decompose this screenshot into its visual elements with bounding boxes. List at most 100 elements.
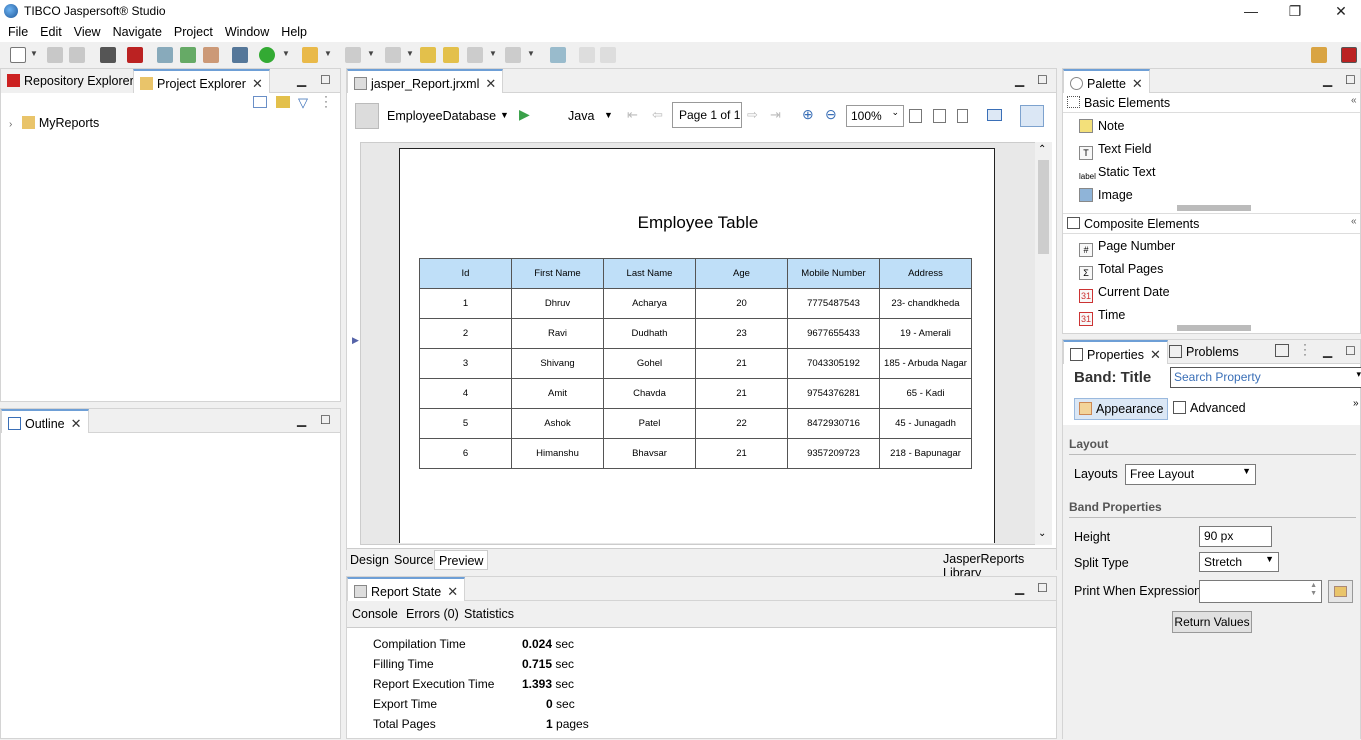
scroll-down-icon[interactable]: ⌄ — [1038, 528, 1046, 539]
height-field[interactable]: 90 px — [1199, 526, 1272, 547]
expression-editor-button[interactable] — [1328, 580, 1353, 603]
close-icon[interactable]: ✕ — [252, 76, 263, 91]
scroll-more-handle[interactable] — [1177, 325, 1251, 331]
menu-file[interactable]: File — [0, 22, 34, 39]
palette-item-text-field[interactable]: T Text Field — [1079, 142, 1152, 160]
chevron-down-icon[interactable]: ⌄ — [891, 107, 899, 118]
tab-appearance[interactable]: Appearance — [1074, 398, 1168, 420]
fit-page-icon[interactable] — [909, 109, 922, 123]
last-edit-icon[interactable] — [420, 47, 436, 63]
next-annotation-icon[interactable] — [345, 47, 361, 63]
maximize-icon[interactable]: ☐ — [320, 73, 331, 87]
last-page-icon[interactable]: ⇥ — [770, 107, 781, 123]
tab-statistics[interactable]: Statistics — [464, 607, 514, 621]
minimize-icon[interactable]: ▁ — [1015, 73, 1024, 87]
zoom-out-icon[interactable]: ⊖ — [825, 106, 837, 123]
compile-icon[interactable] — [100, 47, 116, 63]
prev-page-icon[interactable]: ⇦ — [652, 107, 663, 123]
menu-navigate[interactable]: Navigate — [107, 22, 168, 39]
chevron-down-icon[interactable]: ▼ — [406, 49, 414, 58]
menu-window[interactable]: Window — [219, 22, 275, 39]
chevron-down-icon[interactable]: ▼ — [604, 110, 613, 120]
zoom-select[interactable]: 100% ⌄ — [846, 105, 904, 127]
run-icon[interactable] — [259, 47, 275, 63]
collapse-icon[interactable]: « — [1351, 95, 1357, 106]
basic-elements-header[interactable]: Basic Elements « — [1063, 93, 1360, 113]
filter-icon[interactable]: ▽ — [298, 95, 308, 111]
tab-properties[interactable]: Properties ✕ — [1063, 340, 1168, 364]
undo-icon[interactable] — [579, 47, 595, 63]
close-icon[interactable]: ✕ — [485, 76, 496, 91]
maximize-icon[interactable]: ☐ — [1345, 344, 1356, 358]
tab-outline[interactable]: Outline ✕ — [1, 409, 89, 433]
tab-errors[interactable]: Errors (0) — [406, 607, 459, 621]
vertical-scrollbar[interactable]: ⌃ ⌄ — [1035, 142, 1052, 545]
jaspersoft-perspective-icon[interactable] — [1341, 47, 1357, 63]
chevron-down-icon[interactable]: ▼ — [324, 49, 332, 58]
chevron-down-icon[interactable]: ▼ — [489, 49, 497, 58]
save-all-icon[interactable] — [69, 47, 85, 63]
minimize-icon[interactable]: ▁ — [1323, 73, 1332, 87]
tab-palette[interactable]: Palette ✕ — [1063, 69, 1150, 93]
close-icon[interactable]: ✕ — [1150, 347, 1161, 362]
print-when-field[interactable]: ▲ ▼ — [1199, 580, 1322, 603]
first-page-icon[interactable]: ⇤ — [627, 107, 638, 123]
more-tabs-icon[interactable]: » — [1353, 398, 1359, 409]
chevron-down-icon[interactable]: ▼ — [30, 49, 38, 58]
minimize-icon[interactable]: ▁ — [1015, 581, 1024, 595]
chevron-down-icon[interactable]: ▼ — [1265, 554, 1274, 564]
chevron-down-icon[interactable]: ▾ — [1356, 369, 1361, 380]
layouts-select[interactable]: Free Layout ▼ — [1125, 464, 1256, 485]
split-type-select[interactable]: Stretch ▼ — [1199, 552, 1279, 572]
return-values-button[interactable]: Return Values — [1172, 611, 1252, 633]
tools-icon[interactable] — [302, 47, 318, 63]
spinner-icon[interactable]: ▲ ▼ — [1310, 582, 1317, 598]
scrollbar-thumb[interactable] — [1038, 160, 1049, 254]
search-property-field[interactable]: Search Property ▾ — [1170, 367, 1361, 388]
pin-icon[interactable] — [1275, 344, 1289, 357]
scroll-more-handle[interactable] — [1177, 205, 1251, 211]
back-icon[interactable] — [467, 47, 483, 63]
menu-project[interactable]: Project — [168, 22, 219, 39]
tab-project-explorer[interactable]: Project Explorer ✕ — [133, 69, 270, 93]
tab-design[interactable]: Design — [350, 553, 389, 567]
collapse-icon[interactable]: « — [1351, 216, 1357, 227]
close-icon[interactable]: ✕ — [1132, 76, 1143, 91]
close-icon[interactable]: ✕ — [71, 416, 82, 431]
expand-arrow-icon[interactable]: ▶ — [352, 335, 359, 346]
composite-elements-header[interactable]: Composite Elements « — [1063, 213, 1360, 234]
wizard-icon[interactable] — [203, 47, 219, 63]
tree-item-myreports[interactable]: › MyReports — [9, 116, 99, 130]
save-icon[interactable] — [47, 47, 63, 63]
minimize-button[interactable]: — — [1228, 0, 1274, 22]
tab-problems[interactable]: Problems — [1163, 340, 1245, 364]
palette-item-time[interactable]: 31 Time — [1079, 308, 1125, 326]
palette-item-current-date[interactable]: 31 Current Date — [1079, 285, 1170, 303]
fit-width-icon[interactable] — [933, 109, 946, 123]
view-menu-icon[interactable]: · · · — [324, 90, 328, 112]
menu-view[interactable]: View — [68, 22, 107, 39]
tab-report-state[interactable]: Report State ✕ — [347, 577, 466, 601]
prev-annotation-icon[interactable] — [385, 47, 401, 63]
view-menu-icon[interactable]: · · · — [1303, 338, 1307, 360]
zoom-in-icon[interactable]: ⊕ — [802, 106, 814, 123]
tab-repository-explorer[interactable]: Repository Explorer — [1, 69, 140, 93]
new-icon[interactable] — [10, 47, 26, 63]
palette-item-image[interactable]: Image — [1079, 188, 1133, 202]
chevron-down-icon[interactable]: ▼ — [527, 49, 535, 58]
palette-item-static-text[interactable]: label Static Text — [1079, 165, 1155, 185]
chevron-down-icon[interactable]: ▼ — [1242, 466, 1251, 476]
tab-console[interactable]: Console — [352, 607, 398, 621]
minimize-icon[interactable]: ▁ — [297, 413, 306, 427]
redo-icon[interactable] — [600, 47, 616, 63]
play-icon[interactable]: ▶ — [519, 106, 530, 123]
forward-edit-icon[interactable] — [443, 47, 459, 63]
tab-advanced[interactable]: Advanced — [1173, 401, 1246, 415]
chevron-down-icon[interactable]: ▼ — [367, 49, 375, 58]
scroll-up-icon[interactable]: ⌃ — [1038, 144, 1046, 155]
maximize-icon[interactable]: ☐ — [1037, 581, 1048, 595]
datasource-icon[interactable] — [355, 103, 379, 129]
chevron-right-icon[interactable]: › — [9, 119, 12, 130]
close-button[interactable]: ✕ — [1318, 0, 1361, 22]
palette-item-total-pages[interactable]: Σ Total Pages — [1079, 262, 1163, 280]
